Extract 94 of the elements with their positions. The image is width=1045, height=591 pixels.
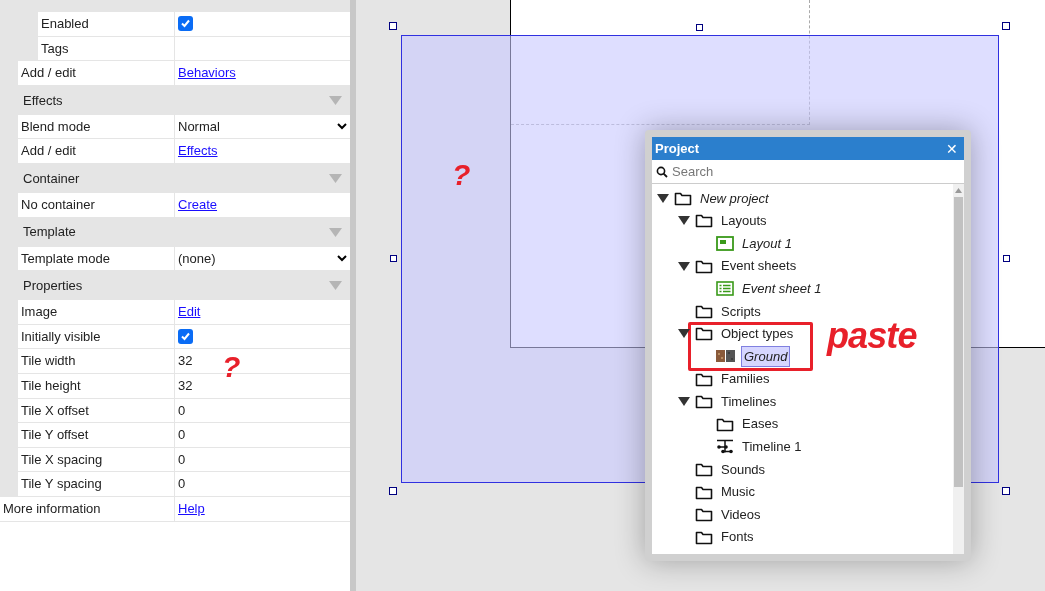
expanded-arrow-icon[interactable]: [678, 216, 690, 226]
property-link[interactable]: Help: [178, 498, 205, 519]
property-link[interactable]: Behaviors: [178, 63, 236, 83]
folder-icon: [695, 303, 713, 319]
property-label: Enabled: [41, 15, 89, 34]
property-label: No container: [21, 196, 95, 214]
paste-annotation: paste: [827, 318, 917, 354]
collapse-triangle-icon: [329, 281, 342, 291]
layout-icon: [716, 236, 734, 251]
tree-item[interactable]: Ground: [741, 345, 791, 368]
expanded-arrow-icon[interactable]: [657, 193, 669, 203]
resize-handle[interactable]: [696, 24, 703, 31]
collapse-triangle-icon: [329, 227, 342, 237]
property-label: Tile Y spacing: [21, 475, 102, 494]
tree-item[interactable]: Event sheets: [718, 255, 800, 277]
tree-item[interactable]: Videos: [718, 503, 764, 526]
tree-item[interactable]: Music: [718, 481, 758, 503]
folder-icon: [695, 258, 713, 274]
folder-icon: [695, 394, 713, 410]
folder-icon: [695, 529, 713, 545]
property-value: 0: [178, 475, 186, 494]
property-label: Add / edit: [21, 142, 76, 161]
search-input[interactable]: Search: [672, 161, 960, 182]
property-label: Initially visible: [21, 327, 101, 346]
tree-item[interactable]: Timelines: [718, 390, 780, 413]
question-mark-annotation: ?: [222, 352, 241, 382]
property-value: 0: [178, 426, 186, 445]
tree-item[interactable]: Families: [718, 368, 773, 390]
property-link[interactable]: Edit: [178, 302, 201, 322]
property-label: Tile X spacing: [21, 450, 103, 469]
property-value: 32: [178, 377, 193, 395]
checkbox[interactable]: [178, 329, 193, 345]
folder-icon: [674, 190, 692, 206]
folder-icon: [695, 371, 713, 387]
dropdown[interactable]: Normal: [178, 114, 350, 139]
folder-icon: [695, 326, 713, 342]
checkbox[interactable]: [178, 16, 193, 32]
tree-item[interactable]: Timeline 1: [739, 436, 805, 458]
property-link[interactable]: Create: [178, 195, 218, 215]
search-icon: [656, 165, 668, 178]
property-label: Tile X offset: [21, 401, 89, 420]
folder-icon: [695, 461, 713, 477]
resize-handle[interactable]: [390, 255, 397, 262]
section-header[interactable]: Effects: [0, 85, 350, 115]
folder-icon: [695, 213, 713, 229]
folder-icon: [695, 507, 713, 523]
chevron-down-icon: [337, 254, 347, 262]
property-value: 0: [178, 401, 186, 420]
property-link[interactable]: Effects: [178, 141, 218, 161]
panel-title: Project: [655, 139, 700, 158]
property-label: Tile height: [21, 377, 81, 395]
tree-item[interactable]: Fonts: [718, 526, 757, 548]
tree-item[interactable]: Eases: [739, 413, 782, 435]
section-header[interactable]: Container: [0, 163, 350, 193]
expanded-arrow-icon[interactable]: [678, 261, 690, 271]
tree-item[interactable]: Scripts: [718, 300, 764, 322]
search-field[interactable]: Search: [652, 160, 964, 184]
expanded-arrow-icon[interactable]: [678, 397, 690, 407]
chevron-down-icon: [337, 123, 347, 131]
resize-handle[interactable]: [1002, 487, 1010, 495]
tree-item[interactable]: Event sheet 1: [739, 277, 825, 300]
section-header[interactable]: Template: [0, 217, 350, 247]
section-header[interactable]: Properties: [0, 271, 350, 301]
property-label: Blend mode: [21, 117, 91, 136]
dropdown[interactable]: (none): [178, 246, 350, 271]
tree-item[interactable]: Layouts: [718, 210, 770, 232]
list-icon: [716, 281, 734, 297]
scrollbar[interactable]: [953, 184, 964, 554]
resize-handle[interactable]: [389, 22, 397, 30]
folder-icon: [695, 484, 713, 500]
close-button[interactable]: ✕: [943, 141, 961, 156]
property-label: Template mode: [21, 249, 110, 268]
tree-item[interactable]: New project: [697, 187, 772, 210]
property-value: 0: [178, 450, 186, 469]
property-label: Tile width: [21, 352, 76, 371]
property-label: Add / edit: [21, 64, 76, 83]
property-label: Tile Y offset: [21, 426, 89, 445]
question-mark-annotation: ?: [452, 160, 471, 190]
timeline-icon: [716, 439, 734, 455]
tile-sprite-icon: [716, 350, 736, 363]
collapse-triangle-icon: [329, 95, 342, 105]
property-value: 32: [178, 352, 193, 371]
collapse-triangle-icon: [329, 173, 342, 183]
property-label: Image: [21, 303, 58, 322]
resize-handle[interactable]: [1003, 255, 1010, 262]
tree-item[interactable]: Object types: [718, 323, 797, 345]
expanded-arrow-icon[interactable]: [678, 329, 690, 339]
folder-icon: [716, 416, 734, 432]
tree-item[interactable]: Layout 1: [739, 232, 795, 255]
property-label: More information: [3, 499, 101, 518]
resize-handle[interactable]: [389, 487, 397, 495]
property-label: Tags: [41, 39, 69, 58]
resize-handle[interactable]: [1002, 22, 1010, 30]
tree-item[interactable]: Sounds: [718, 458, 769, 481]
